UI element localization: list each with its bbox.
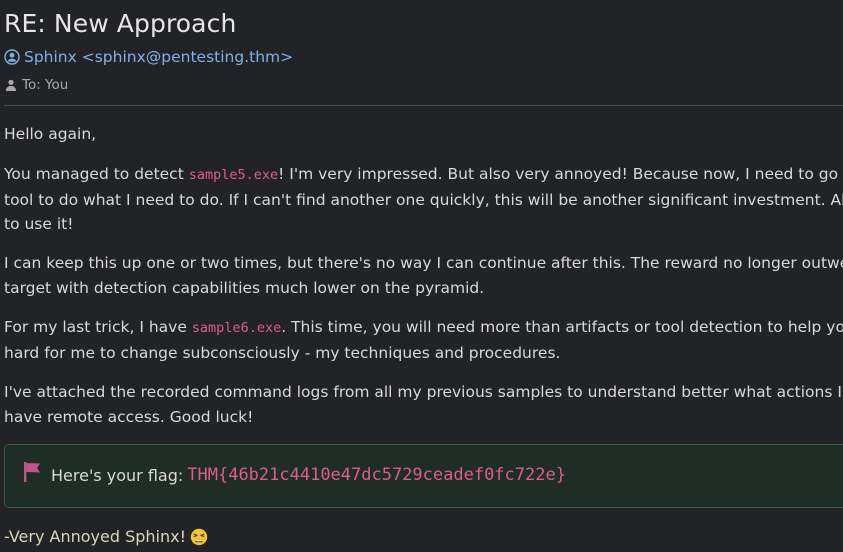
- flag-icon: [24, 462, 41, 482]
- signoff-text: -Very Annoyed Sphinx!: [4, 527, 187, 546]
- sender-line[interactable]: Sphinx <sphinx@pentesting.thm>: [4, 48, 293, 66]
- paragraph-3-text-a: For my last trick, I have: [4, 318, 192, 336]
- flag-row: Here's your flag: THM{46b21c4410e47dc572…: [24, 462, 566, 485]
- user-icon: [5, 79, 17, 91]
- user-circle-icon: [4, 49, 20, 65]
- paragraph-1-text-b: ! I'm very impressed. But also very anno…: [278, 165, 843, 183]
- paragraph-4-line-1: I've attached the recorded command logs …: [4, 383, 843, 401]
- flag-box: Here's your flag: THM{46b21c4410e47dc572…: [4, 444, 843, 508]
- sample5-filename: sample5.exe: [188, 167, 279, 183]
- flag-label: Here's your flag:: [51, 465, 184, 485]
- paragraph-3-line-1: For my last trick, I have sample6.exe. T…: [4, 315, 843, 341]
- greeting-text: Hello again,: [4, 125, 97, 143]
- paragraph-1-line-3: to use it!: [4, 215, 74, 233]
- paragraph-1-text-a: You managed to detect: [4, 165, 189, 183]
- email-subject: RE: New Approach: [4, 9, 237, 38]
- tired-face-emoji: [190, 528, 208, 546]
- paragraph-2-line-2: target with detection capabilities much …: [4, 278, 485, 297]
- paragraph-1: You managed to detect sample5.exe! I'm v…: [4, 162, 843, 237]
- sender-address[interactable]: Sphinx <sphinx@pentesting.thm>: [24, 48, 293, 66]
- paragraph-2: I can keep this up one or two times, but…: [4, 251, 843, 300]
- paragraph-3-text-b: . This time, you will need more than art…: [281, 318, 843, 336]
- paragraph-4: I've attached the recorded command logs …: [4, 380, 843, 429]
- paragraph-2-line-1: I can keep this up one or two times, but…: [4, 254, 843, 272]
- header-divider: [4, 105, 843, 106]
- paragraph-1-line-2: tool to do what I need to do. If I can't…: [4, 190, 843, 209]
- paragraph-3-line-2: hard for me to change subconsciously - m…: [4, 343, 561, 362]
- recipient-line: To: You: [5, 77, 68, 93]
- paragraph-1-line-1: You managed to detect sample5.exe! I'm v…: [4, 162, 843, 188]
- greeting: Hello again,: [4, 122, 96, 147]
- signoff: -Very Annoyed Sphinx!: [4, 527, 208, 546]
- paragraph-3: For my last trick, I have sample6.exe. T…: [4, 315, 843, 365]
- email-view: RE: New Approach Sphinx <sphinx@pentesti…: [0, 0, 843, 552]
- flag-value[interactable]: THM{46b21c4410e47dc5729ceadef0fc722e}: [187, 465, 566, 485]
- sample6-filename: sample6.exe: [191, 320, 282, 336]
- paragraph-4-line-2: have remote access. Good luck!: [4, 407, 254, 426]
- recipient-text: To: You: [22, 77, 69, 93]
